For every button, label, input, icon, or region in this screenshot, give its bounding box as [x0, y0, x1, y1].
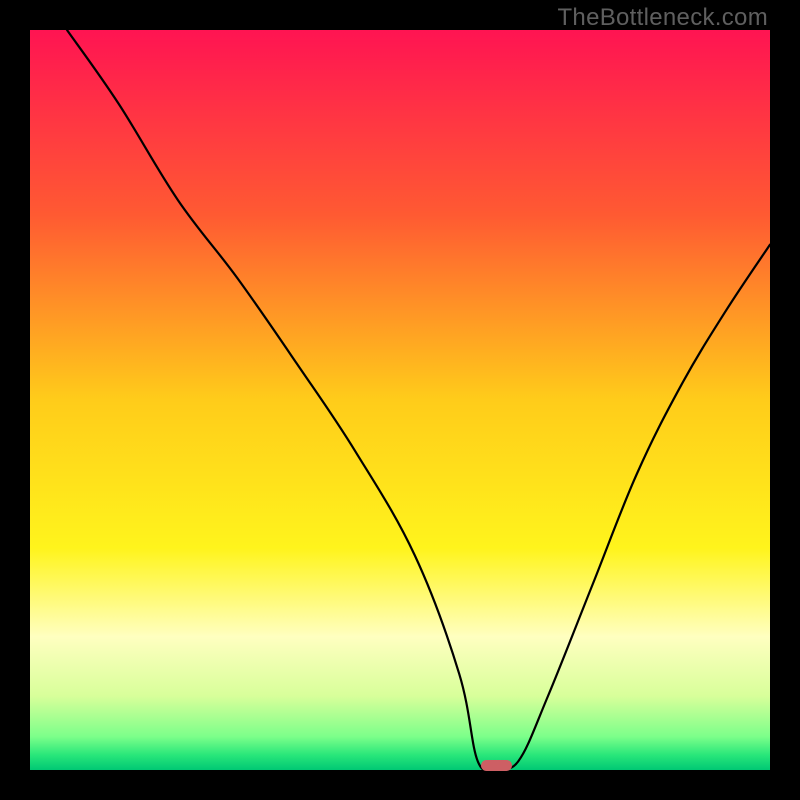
curve-layer [30, 30, 770, 770]
plot-area [30, 30, 770, 770]
chart-frame: TheBottleneck.com [0, 0, 800, 800]
watermark-text: TheBottleneck.com [557, 4, 768, 32]
optimum-marker [481, 760, 512, 772]
bottleneck-curve [67, 30, 770, 770]
